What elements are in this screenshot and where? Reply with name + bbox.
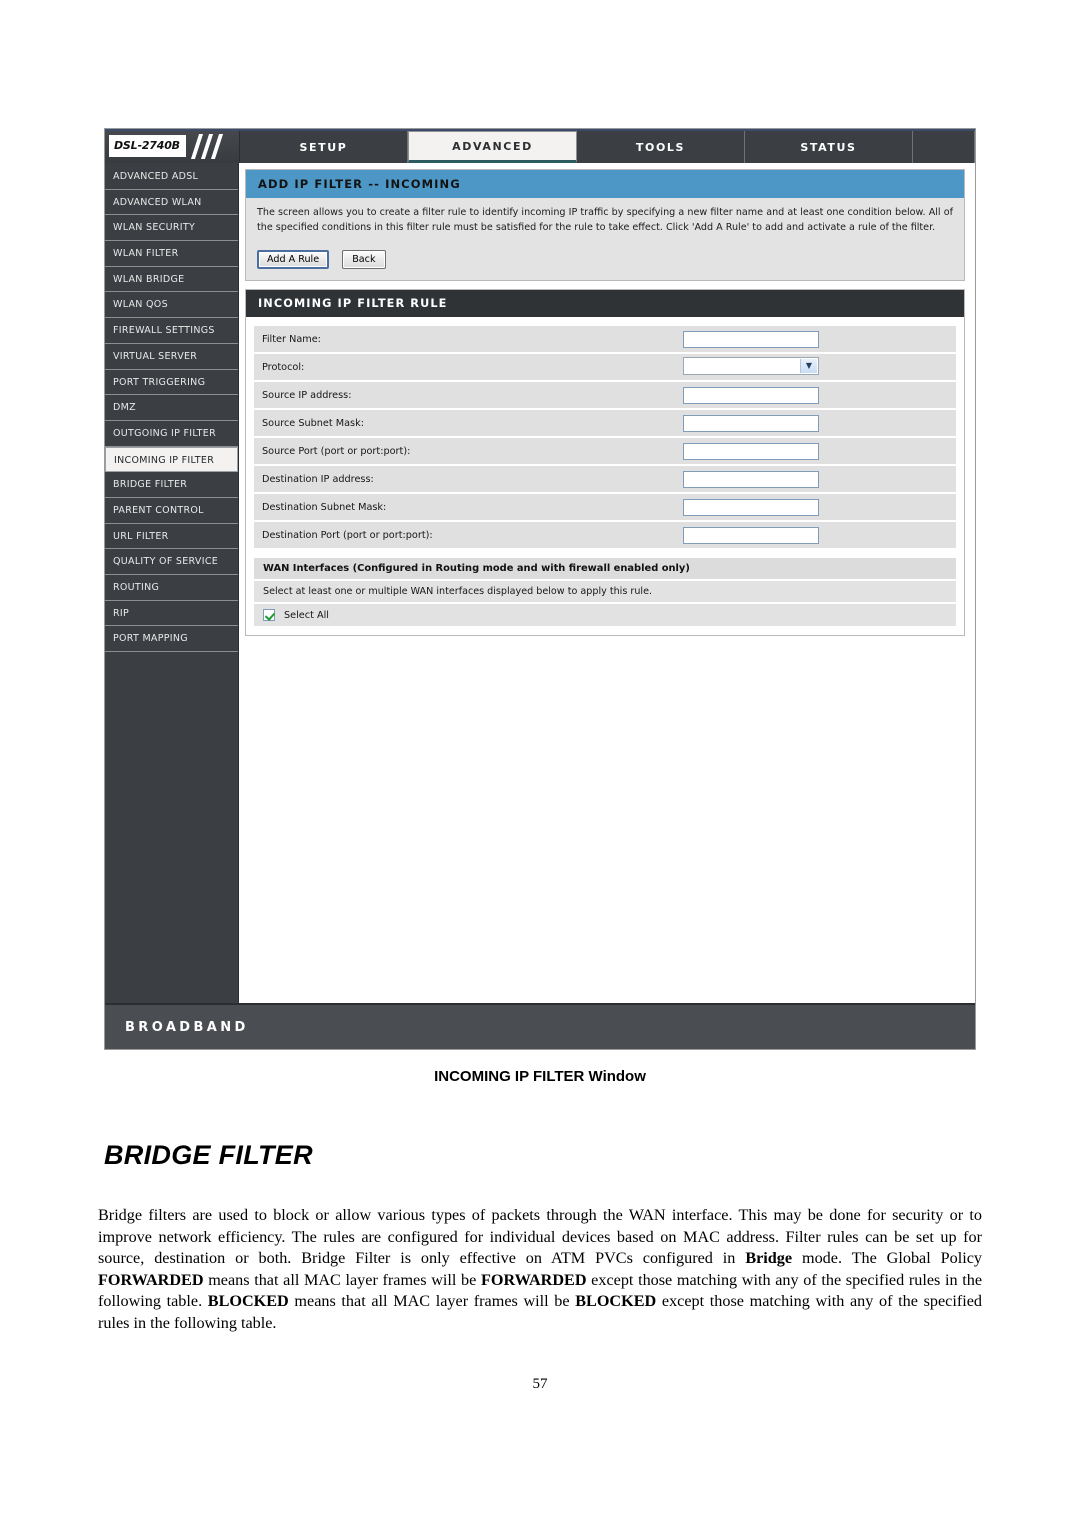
protocol-select[interactable]: ▼ <box>683 356 819 375</box>
label-filter-name: Filter Name: <box>254 326 677 352</box>
source-subnet-mask-input[interactable] <box>683 414 819 432</box>
tab-spacer <box>913 131 975 163</box>
filter-name-input[interactable] <box>683 330 819 348</box>
sidebar-item-parent-control[interactable]: PARENT CONTROL <box>105 498 238 524</box>
figure-caption: INCOMING IP FILTER Window <box>434 1068 646 1085</box>
tab-setup[interactable]: SETUP <box>240 131 408 163</box>
field-cell-destination-ip-address <box>677 466 956 492</box>
incoming-ip-filter-rule-panel: INCOMING IP FILTER RULE Filter Name: Pro… <box>245 289 965 636</box>
field-cell-destination-subnet-mask <box>677 494 956 520</box>
sidebar-item-wlan-security[interactable]: WLAN SECURITY <box>105 215 238 242</box>
tab-tools[interactable]: TOOLS <box>577 131 745 163</box>
rule-panel-title: INCOMING IP FILTER RULE <box>246 290 964 317</box>
brand-model-label: DSL-2740B <box>109 135 186 157</box>
tab-advanced[interactable]: ADVANCED <box>408 131 577 163</box>
field-cell-protocol: ▼ <box>677 354 956 380</box>
sidebar-item-wlan-bridge[interactable]: WLAN BRIDGE <box>105 267 238 293</box>
sidebar-item-rip[interactable]: RIP <box>105 601 238 627</box>
field-cell-destination-port <box>677 522 956 548</box>
sidebar-item-incoming-ip-filter[interactable]: INCOMING IP FILTER <box>105 446 238 473</box>
form-row-destination-subnet-mask: Destination Subnet Mask: <box>254 494 956 520</box>
sidebar-item-routing[interactable]: ROUTING <box>105 575 238 601</box>
form-row-protocol: Protocol: ▼ <box>254 354 956 380</box>
sidebar-item-port-triggering[interactable]: PORT TRIGGERING <box>105 370 238 396</box>
label-destination-ip-address: Destination IP address: <box>254 466 677 492</box>
label-source-subnet-mask: Source Subnet Mask: <box>254 410 677 436</box>
select-all-checkbox[interactable] <box>263 609 275 621</box>
add-ip-filter-panel: ADD IP FILTER -- INCOMING The screen all… <box>245 169 965 281</box>
select-all-row[interactable]: Select All <box>254 604 956 626</box>
sidebar-item-wlan-filter[interactable]: WLAN FILTER <box>105 241 238 267</box>
destination-subnet-mask-input[interactable] <box>683 498 819 516</box>
source-ip-address-input[interactable] <box>683 386 819 404</box>
label-destination-port: Destination Port (port or port:port): <box>254 522 677 548</box>
router-footer: BROADBAND <box>105 1003 975 1049</box>
brand-logo-cell: DSL-2740B <box>105 131 240 163</box>
back-button[interactable]: Back <box>342 250 386 269</box>
sidebar-item-firewall-settings[interactable]: FIREWALL SETTINGS <box>105 318 238 344</box>
select-all-label: Select All <box>284 609 329 621</box>
form-row-source-port: Source Port (port or port:port): <box>254 438 956 464</box>
page-number: 57 <box>532 1376 548 1392</box>
source-port-input[interactable] <box>683 442 819 460</box>
sidebar-item-dmz[interactable]: DMZ <box>105 395 238 421</box>
panel-button-row: Add A Rule Back <box>257 247 953 269</box>
tab-status[interactable]: STATUS <box>745 131 913 163</box>
add-ip-filter-description: The screen allows you to create a filter… <box>257 207 953 233</box>
add-ip-filter-panel-body: The screen allows you to create a filter… <box>246 198 964 280</box>
top-navigation-bar: DSL-2740B SETUP ADVANCED TOOLS STATUS <box>105 131 975 163</box>
destination-ip-address-input[interactable] <box>683 470 819 488</box>
sidebar-item-wlan-qos[interactable]: WLAN QOS <box>105 292 238 319</box>
destination-port-input[interactable] <box>683 526 819 544</box>
sidebar-item-outgoing-ip-filter[interactable]: OUTGOING IP FILTER <box>105 421 238 447</box>
body-paragraph: Bridge filters are used to block or allo… <box>98 1206 983 1332</box>
rule-panel-body: Filter Name: Protocol: ▼ Source IP addre… <box>246 317 964 635</box>
wan-interfaces-section: WAN Interfaces (Configured in Routing mo… <box>254 558 956 626</box>
field-cell-source-ip-address <box>677 382 956 408</box>
field-cell-filter-name <box>677 326 956 352</box>
sidebar-item-port-mapping[interactable]: PORT MAPPING <box>105 626 238 653</box>
field-cell-source-port <box>677 438 956 464</box>
form-row-source-subnet-mask: Source Subnet Mask: <box>254 410 956 436</box>
sidebar-item-bridge-filter[interactable]: BRIDGE FILTER <box>105 472 238 498</box>
add-a-rule-button[interactable]: Add A Rule <box>257 250 330 269</box>
form-row-destination-ip: Destination IP address: <box>254 466 956 492</box>
sidebar-item-advanced-adsl[interactable]: ADVANCED ADSL <box>105 164 238 190</box>
form-row-filter-name: Filter Name: <box>254 326 956 352</box>
form-row-source-ip: Source IP address: <box>254 382 956 408</box>
sidebar-item-virtual-server[interactable]: VIRTUAL SERVER <box>105 344 238 370</box>
add-ip-filter-panel-title: ADD IP FILTER -- INCOMING <box>246 170 964 198</box>
wan-interfaces-subtitle: Select at least one or multiple WAN inte… <box>254 581 956 602</box>
sidebar-navigation: ADVANCED ADSL ADVANCED WLAN WLAN SECURIT… <box>105 163 239 1003</box>
page-title: BRIDGE FILTER <box>104 1140 313 1170</box>
label-source-ip-address: Source IP address: <box>254 382 677 408</box>
footer-broadband-label: BROADBAND <box>125 1019 249 1035</box>
sidebar-item-advanced-wlan[interactable]: ADVANCED WLAN <box>105 190 238 216</box>
label-source-port: Source Port (port or port:port): <box>254 438 677 464</box>
main-content-area: ADD IP FILTER -- INCOMING The screen all… <box>239 163 975 1003</box>
sidebar-item-quality-of-service[interactable]: QUALITY OF SERVICE <box>105 549 238 575</box>
chevron-down-icon[interactable]: ▼ <box>800 358 817 373</box>
label-destination-subnet-mask: Destination Subnet Mask: <box>254 494 677 520</box>
wan-interfaces-title: WAN Interfaces (Configured in Routing mo… <box>254 558 956 579</box>
sidebar-item-url-filter[interactable]: URL FILTER <box>105 524 238 550</box>
form-row-destination-port: Destination Port (port or port:port): <box>254 522 956 548</box>
label-protocol: Protocol: <box>254 354 677 380</box>
filter-rule-form: Filter Name: Protocol: ▼ Source IP addre… <box>254 324 956 550</box>
field-cell-source-subnet-mask <box>677 410 956 436</box>
router-admin-screenshot: DSL-2740B SETUP ADVANCED TOOLS STATUS AD… <box>104 128 976 1050</box>
